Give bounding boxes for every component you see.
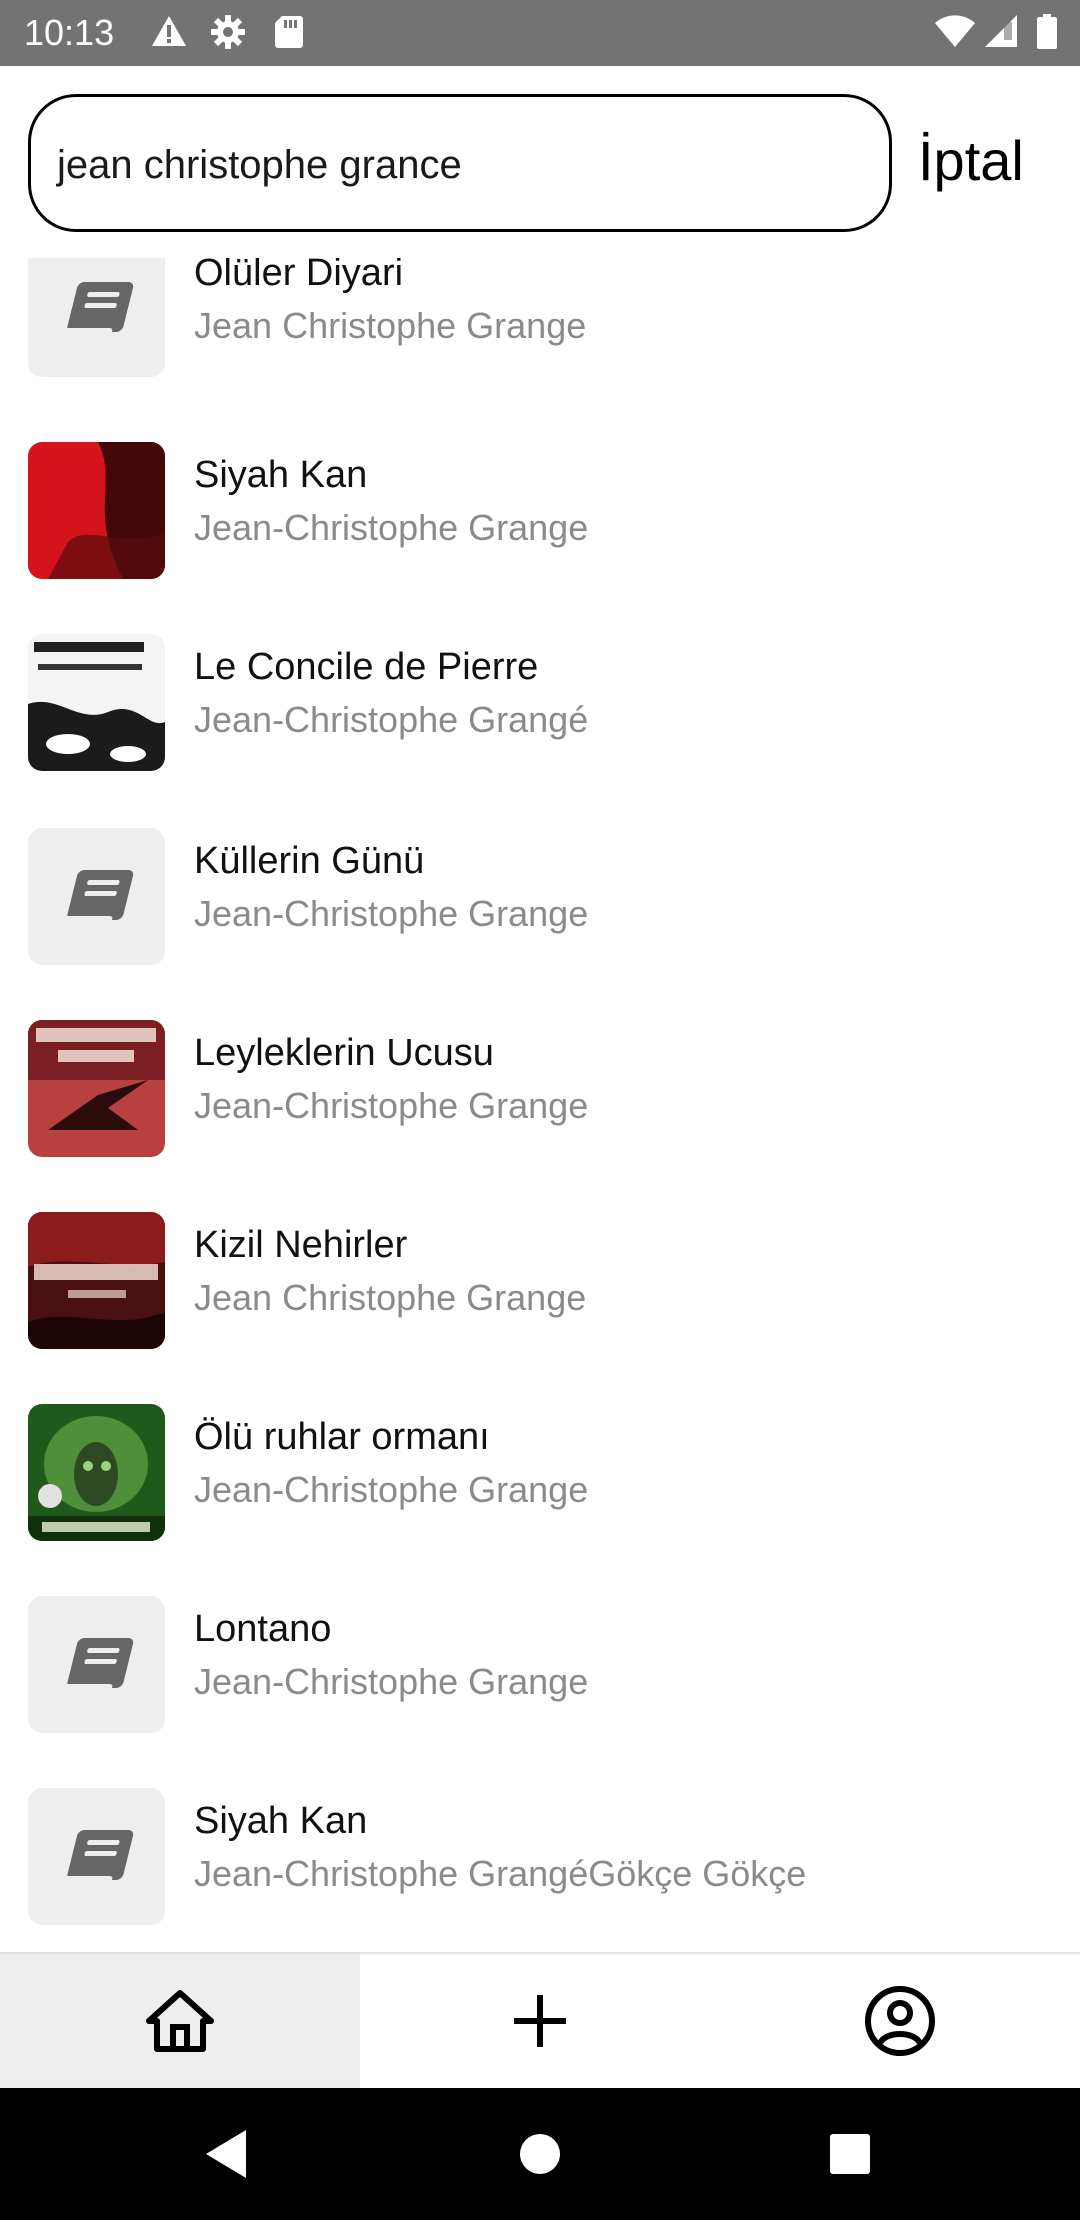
- book-result-row[interactable]: Kizil Nehirler Jean Christophe Grange: [0, 1212, 1080, 1404]
- book-result-row[interactable]: Le Concile de Pierre Jean-Christophe Gra…: [0, 634, 1080, 826]
- book-title: Siyah Kan: [194, 1800, 368, 1842]
- book-author: Jean-Christophe Grangé: [194, 699, 589, 740]
- book-cover-image: [28, 634, 165, 771]
- book-cover-art: [28, 442, 165, 579]
- search-input[interactable]: jean christophe grance: [28, 94, 892, 232]
- book-cover-art: [28, 1212, 165, 1349]
- book-cover-placeholder: [28, 1596, 165, 1733]
- book-author: Jean Christophe Grange: [194, 1277, 587, 1318]
- book-cover-placeholder: [28, 1788, 165, 1925]
- book-cover-image: [28, 442, 165, 579]
- book-icon: [61, 1830, 134, 1884]
- nav-profile-tab[interactable]: [720, 1954, 1080, 2088]
- book-author: Jean-Christophe Grange: [194, 1661, 589, 1702]
- book-result-row[interactable]: Leyleklerin Ucusu Jean-Christophe Grange: [0, 1020, 1080, 1212]
- book-title: Ölü ruhlar ormanı: [194, 1416, 490, 1458]
- book-result-row[interactable]: Lontano Jean-Christophe Grange: [0, 1596, 1080, 1788]
- book-title: Le Concile de Pierre: [194, 646, 539, 688]
- nav-add-tab[interactable]: [360, 1954, 720, 2088]
- book-cover-placeholder: [28, 828, 165, 965]
- book-title: Kizil Nehirler: [194, 1224, 408, 1266]
- status-bar: 10:13: [0, 0, 1080, 66]
- profile-icon: [865, 1986, 935, 2056]
- book-result-row[interactable]: Ölüler Diyari Jean Christophe Grange: [0, 258, 1080, 432]
- book-cover-image: [28, 1020, 165, 1157]
- book-author: Jean-Christophe GrangéGökçe Gökçe: [194, 1853, 807, 1894]
- search-results-list[interactable]: Ölüler Diyari Jean Christophe Grange Siy…: [0, 258, 1080, 1952]
- book-cover-art: [28, 1020, 165, 1157]
- book-title: Leyleklerin Ucusu: [194, 1032, 494, 1074]
- home-circle-icon: [520, 2134, 560, 2174]
- back-icon: [206, 2130, 246, 2178]
- sd-card-icon: [275, 16, 303, 48]
- status-time: 10:13: [24, 12, 115, 53]
- book-author: Jean-Christophe Grange: [194, 507, 589, 548]
- book-author: Jean Christophe Grange: [194, 305, 587, 346]
- bottom-navigation: [0, 1952, 1080, 2088]
- book-title: Ölüler Diyari: [194, 258, 404, 294]
- book-title: Lontano: [194, 1608, 332, 1650]
- home-button[interactable]: [500, 2114, 580, 2194]
- wifi-icon: [935, 15, 975, 48]
- book-icon: [61, 1638, 134, 1692]
- recents-icon: [830, 2134, 870, 2174]
- warning-icon: [152, 16, 186, 46]
- book-title: Küllerin Günü: [194, 840, 425, 882]
- book-cover-placeholder: [28, 258, 165, 377]
- book-cover-art: [28, 1404, 165, 1541]
- book-cover-image: [28, 1212, 165, 1349]
- battery-icon: [1037, 14, 1057, 49]
- add-icon: [514, 1995, 566, 2047]
- gear-icon: [211, 15, 245, 49]
- book-cover-image: [28, 1404, 165, 1541]
- book-result-row[interactable]: Küllerin Günü Jean-Christophe Grange: [0, 828, 1080, 1020]
- search-query-text: jean christophe grance: [57, 143, 462, 187]
- system-navigation-bar: [0, 2088, 1080, 2220]
- signal-icon: [985, 15, 1017, 47]
- book-result-row[interactable]: Siyah Kan Jean-Christophe Grange: [0, 442, 1080, 634]
- book-author: Jean-Christophe Grange: [194, 893, 589, 934]
- book-result-row[interactable]: Siyah Kan Jean-Christophe GrangéGökçe Gö…: [0, 1788, 1080, 1952]
- cancel-button[interactable]: İptal: [918, 128, 1024, 194]
- recents-button[interactable]: [810, 2114, 890, 2194]
- book-author: Jean-Christophe Grange: [194, 1085, 589, 1126]
- book-result-row[interactable]: Ölü ruhlar ormanı Jean-Christophe Grange: [0, 1404, 1080, 1596]
- book-author: Jean-Christophe Grange: [194, 1469, 589, 1510]
- book-icon: [61, 870, 134, 924]
- home-icon: [146, 1990, 214, 2052]
- nav-home-tab[interactable]: [0, 1954, 360, 2088]
- book-title: Siyah Kan: [194, 454, 368, 496]
- book-icon: [61, 282, 134, 336]
- book-cover-art: [28, 634, 165, 771]
- back-button[interactable]: [186, 2114, 266, 2194]
